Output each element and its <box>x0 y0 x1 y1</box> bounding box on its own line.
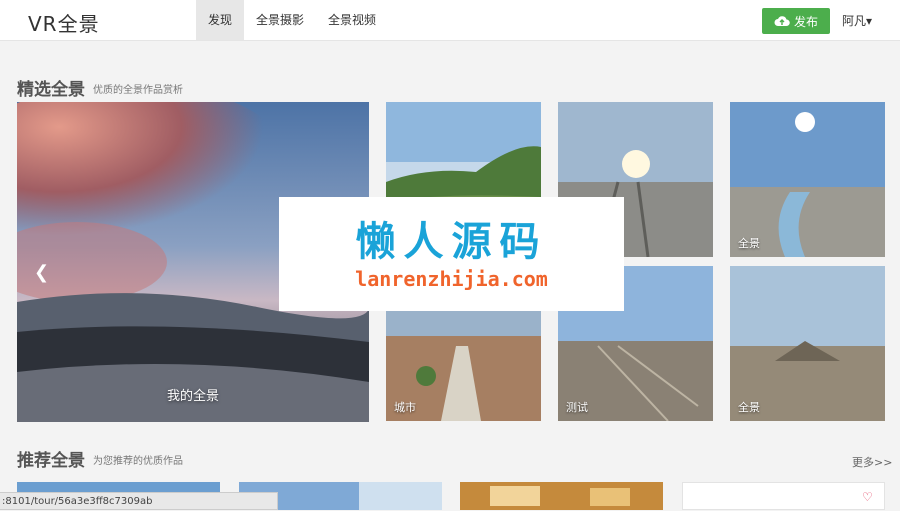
nav-discover[interactable]: 发现 <box>196 0 245 40</box>
tile-label: 测试 <box>566 401 588 414</box>
watermark-banner: 懒人源码 lanrenzhijia.com <box>279 197 624 311</box>
tile-label: 全景 <box>738 401 760 414</box>
watermark-text-en: lanrenzhijia.com <box>355 267 548 291</box>
tile-label: 城市 <box>394 401 416 414</box>
carousel-prev-icon[interactable]: ❮ <box>34 262 49 283</box>
publish-button[interactable]: 发布 <box>762 8 830 34</box>
nav-panorama-photo[interactable]: 全景摄影 <box>244 0 316 40</box>
featured-subtitle: 优质的全景作品赏析 <box>93 85 183 96</box>
featured-main-label: 我的全景 <box>166 389 219 404</box>
panorama-thumbnail <box>730 102 885 257</box>
tile-label: 全景 <box>738 237 760 250</box>
top-navbar: VR全景 发现 全景摄影 全景视频 发布 阿凡▾ <box>0 0 900 41</box>
recommended-subtitle: 为您推荐的优质作品 <box>93 456 183 467</box>
featured-title: 精选全景 <box>17 80 85 100</box>
watermark-text-cn: 懒人源码 <box>355 218 548 265</box>
more-link[interactable]: 更多>> <box>852 454 892 470</box>
recommended-tile-3[interactable] <box>460 482 663 510</box>
panorama-thumbnail <box>730 266 885 421</box>
publish-label: 发布 <box>793 14 818 29</box>
panorama-thumbnail <box>460 482 663 510</box>
status-bar-url: :8101/tour/56a3e3ff8c7309ab <box>0 492 278 510</box>
heart-icon[interactable]: ♡ <box>862 490 873 504</box>
user-menu[interactable]: 阿凡▾ <box>842 12 872 29</box>
featured-tile-3[interactable]: 全景 <box>730 102 885 257</box>
recommended-title: 推荐全景 <box>17 451 85 471</box>
recommended-tile-4[interactable] <box>682 482 885 510</box>
site-logo[interactable]: VR全景 <box>28 8 100 37</box>
nav-panorama-video[interactable]: 全景视频 <box>316 0 388 40</box>
main-nav: 发现 全景摄影 全景视频 <box>196 0 388 40</box>
cloud-upload-icon <box>774 16 790 26</box>
featured-tile-6[interactable]: 全景 <box>730 266 885 421</box>
